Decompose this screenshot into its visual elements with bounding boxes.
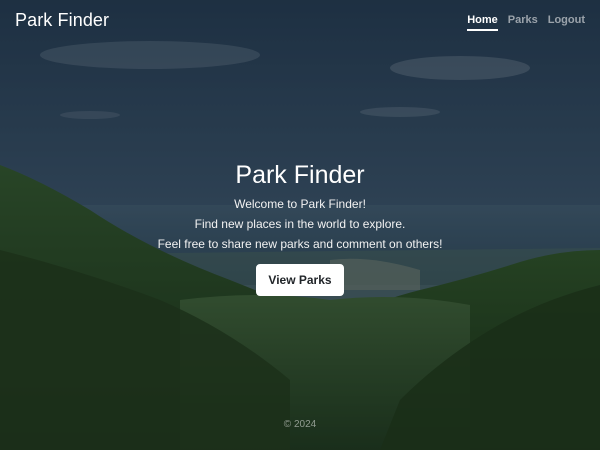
top-navbar: Park Finder Home Parks Logout bbox=[0, 0, 600, 44]
hero-line-explore: Find new places in the world to explore. bbox=[194, 217, 406, 231]
brand-title[interactable]: Park Finder bbox=[15, 10, 109, 31]
footer: © 2024 bbox=[0, 419, 600, 430]
hero-line-welcome: Welcome to Park Finder! bbox=[234, 197, 366, 211]
hero-line-share: Feel free to share new parks and comment… bbox=[157, 237, 443, 251]
main-nav: Home Parks Logout bbox=[467, 14, 585, 31]
page: Park Finder Home Parks Logout Park Finde… bbox=[0, 0, 600, 450]
hero-title: Park Finder bbox=[235, 161, 365, 189]
nav-home-link[interactable]: Home bbox=[467, 14, 498, 31]
hero-text: Welcome to Park Finder! Find new places … bbox=[0, 194, 600, 254]
nav-parks-link[interactable]: Parks bbox=[508, 14, 538, 31]
nav-logout-link[interactable]: Logout bbox=[548, 14, 585, 31]
hero-section: Park Finder Welcome to Park Finder! Find… bbox=[0, 158, 600, 296]
view-parks-button[interactable]: View Parks bbox=[256, 264, 344, 296]
copyright-text: © 2024 bbox=[283, 419, 317, 430]
